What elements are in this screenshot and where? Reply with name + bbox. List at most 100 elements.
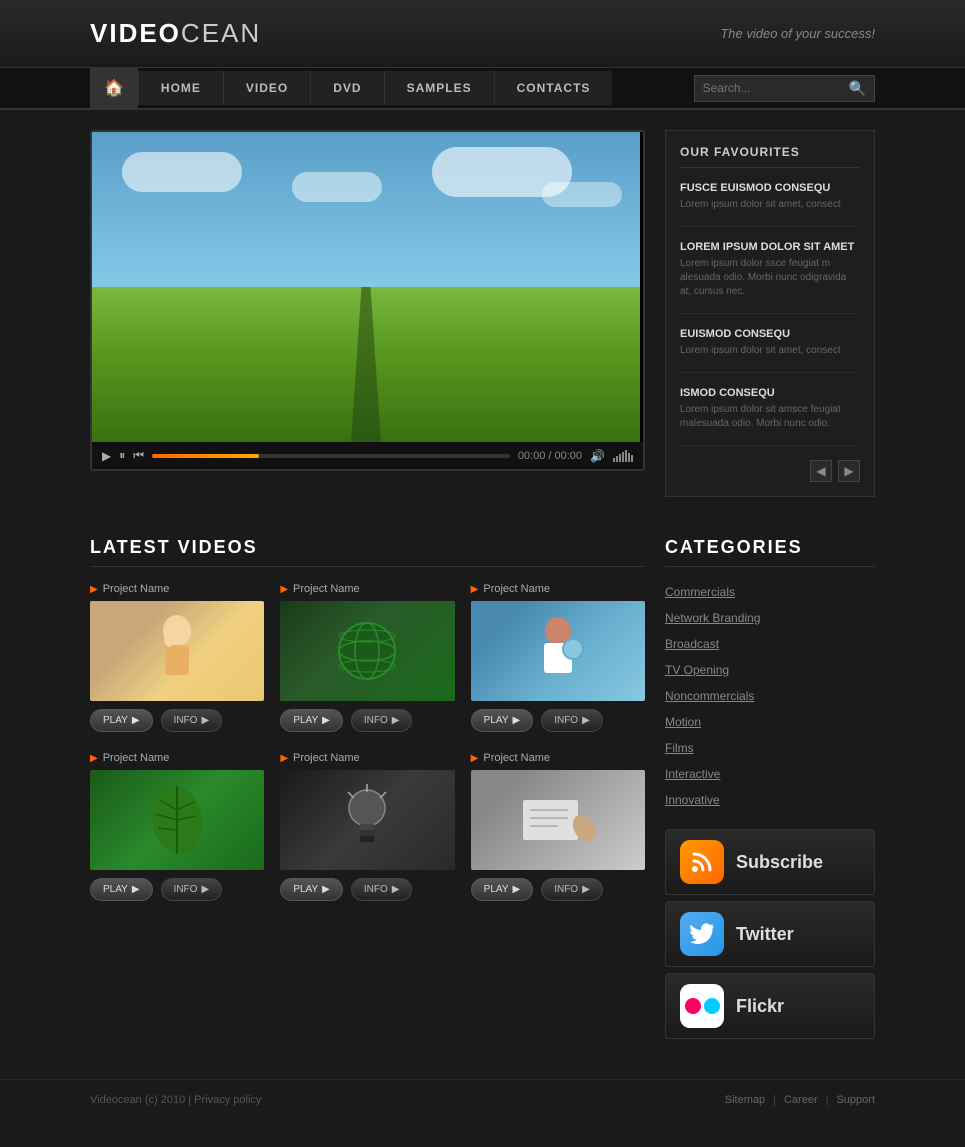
fav-item-1-title[interactable]: FUSCE EUISMOD CONSEQU — [680, 182, 860, 194]
info-arrow-4: ▶ — [201, 884, 209, 895]
video-card-1-buttons: PLAY ▶ INFO ▶ — [90, 709, 264, 732]
flickr-dots — [685, 998, 720, 1014]
progress-bar[interactable] — [152, 454, 510, 458]
field-path — [351, 287, 381, 442]
video-thumb-1[interactable] — [90, 601, 264, 701]
video-thumb-5[interactable] — [280, 770, 454, 870]
video-card-6-buttons: PLAY ▶ INFO ▶ — [471, 878, 645, 901]
play-control[interactable]: ▶ — [102, 449, 111, 463]
video-card-5-buttons: PLAY ▶ INFO ▶ — [280, 878, 454, 901]
info-button-6[interactable]: INFO ▶ — [541, 878, 603, 901]
pause-control[interactable]: ⏸ — [119, 448, 125, 463]
nav-video[interactable]: VIDEO — [223, 71, 310, 105]
cat-link-tv-opening[interactable]: TV Opening — [665, 663, 729, 677]
cat-link-network-branding[interactable]: Network Branding — [665, 611, 760, 625]
info-arrow-3: ▶ — [582, 715, 590, 726]
play-button-1[interactable]: PLAY ▶ — [90, 709, 153, 732]
video-player: ▶ ⏸ ⏮ 00:00 / 00:00 🔊 — [90, 130, 645, 471]
nav-samples[interactable]: SAMPLES — [384, 71, 494, 105]
footer-sitemap[interactable]: Sitemap — [725, 1094, 765, 1106]
volume-icon: 🔊 — [590, 449, 605, 463]
video-grid: ▶ Project Name — [90, 583, 645, 901]
header: VIDEOCEAN The video of your success! — [0, 0, 965, 68]
fav-item-1-desc: Lorem ipsum dolor sit amet, consect — [680, 198, 860, 212]
info-button-4[interactable]: INFO ▶ — [161, 878, 223, 901]
cat-item-interactive: Interactive — [665, 765, 875, 783]
cat-item-network-branding: Network Branding — [665, 609, 875, 627]
fav-item-3-desc: Lorem ipsum dolor sit amet, consect — [680, 344, 860, 358]
video-card-2-title: ▶ Project Name — [280, 583, 454, 595]
video-card-5: ▶ Project Name — [280, 752, 454, 901]
flickr-button[interactable]: Flickr — [665, 973, 875, 1039]
video-card-5-title: ▶ Project Name — [280, 752, 454, 764]
nav-dvd[interactable]: DVD — [310, 71, 383, 105]
cat-link-commercials[interactable]: Commercials — [665, 585, 735, 599]
play-arrow-2: ▶ — [322, 715, 330, 726]
writing-figure — [518, 790, 598, 850]
play-arrow-5: ▶ — [322, 884, 330, 895]
cloud-2 — [292, 172, 382, 202]
subscribe-button[interactable]: Subscribe — [665, 829, 875, 895]
fav-prev-button[interactable]: ◀ — [810, 460, 832, 482]
video-card-5-name: Project Name — [293, 752, 360, 764]
footer-copyright: Videocean (c) 2010 | Privacy policy — [90, 1094, 261, 1106]
play-button-4[interactable]: PLAY ▶ — [90, 878, 153, 901]
thumb-inner-5 — [280, 770, 454, 870]
cat-link-interactive[interactable]: Interactive — [665, 767, 720, 781]
fav-item-2-title[interactable]: LOREM IPSUM DOLOR SIT AMET — [680, 241, 860, 253]
fav-next-button[interactable]: ▶ — [838, 460, 860, 482]
leaf-figure — [142, 780, 212, 860]
info-label-1: INFO — [174, 715, 198, 726]
info-button-1[interactable]: INFO ▶ — [161, 709, 223, 732]
play-label-6: PLAY — [484, 884, 509, 895]
latest-videos-section: LATEST VIDEOS ▶ Project Name — [90, 537, 645, 1039]
search-input[interactable] — [703, 81, 843, 95]
nav-contacts[interactable]: CONTACTS — [494, 71, 613, 105]
cat-link-noncommercials[interactable]: Noncommercials — [665, 689, 754, 703]
info-arrow-5: ▶ — [392, 884, 400, 895]
info-button-2[interactable]: INFO ▶ — [351, 709, 413, 732]
footer-support[interactable]: Support — [836, 1094, 875, 1106]
categories-title: CATEGORIES — [665, 537, 875, 567]
play-button-6[interactable]: PLAY ▶ — [471, 878, 534, 901]
cat-item-broadcast: Broadcast — [665, 635, 875, 653]
subscribe-label: Subscribe — [736, 852, 823, 873]
info-button-3[interactable]: INFO ▶ — [541, 709, 603, 732]
twitter-button[interactable]: Twitter — [665, 901, 875, 967]
fav-item-4-title[interactable]: ISMOD CONSEQU — [680, 387, 860, 399]
twitter-svg — [689, 923, 715, 945]
video-card-2-name: Project Name — [293, 583, 360, 595]
play-button-3[interactable]: PLAY ▶ — [471, 709, 534, 732]
video-thumb-3[interactable] — [471, 601, 645, 701]
prev-control[interactable]: ⏮ — [133, 448, 144, 463]
fav-item-3-title[interactable]: EUISMOD CONSEQU — [680, 328, 860, 340]
footer-sep-1: | — [773, 1094, 776, 1106]
video-card-2: ▶ Project Name — [280, 583, 454, 732]
cat-link-broadcast[interactable]: Broadcast — [665, 637, 719, 651]
video-screen[interactable] — [92, 132, 640, 442]
play-button-5[interactable]: PLAY ▶ — [280, 878, 343, 901]
cat-link-motion[interactable]: Motion — [665, 715, 701, 729]
nav-home-button[interactable]: 🏠 — [90, 68, 138, 108]
rss-icon — [680, 840, 724, 884]
video-controls: ▶ ⏸ ⏮ 00:00 / 00:00 🔊 — [92, 442, 643, 469]
cat-item-noncommercials: Noncommercials — [665, 687, 875, 705]
video-thumb-4[interactable] — [90, 770, 264, 870]
cat-link-innovative[interactable]: Innovative — [665, 793, 720, 807]
footer-career[interactable]: Career — [784, 1094, 818, 1106]
info-label-2: INFO — [364, 715, 388, 726]
search-icon-button[interactable]: 🔍 — [849, 80, 866, 97]
categories-section: CATEGORIES Commercials Network Branding … — [665, 537, 875, 1039]
nav-home[interactable]: HOME — [138, 71, 223, 105]
info-button-5[interactable]: INFO ▶ — [351, 878, 413, 901]
play-button-2[interactable]: PLAY ▶ — [280, 709, 343, 732]
cat-link-films[interactable]: Films — [665, 741, 694, 755]
woman-figure — [147, 611, 207, 691]
favourites-box: OUR FAVOURITES FUSCE EUISMOD CONSEQU Lor… — [665, 130, 875, 497]
cat-item-films: Films — [665, 739, 875, 757]
video-thumb-2[interactable] — [280, 601, 454, 701]
video-thumb-6[interactable] — [471, 770, 645, 870]
video-player-section: ▶ ⏸ ⏮ 00:00 / 00:00 🔊 — [90, 130, 645, 497]
fav-item-3: EUISMOD CONSEQU Lorem ipsum dolor sit am… — [680, 328, 860, 373]
rss-svg — [690, 850, 714, 874]
